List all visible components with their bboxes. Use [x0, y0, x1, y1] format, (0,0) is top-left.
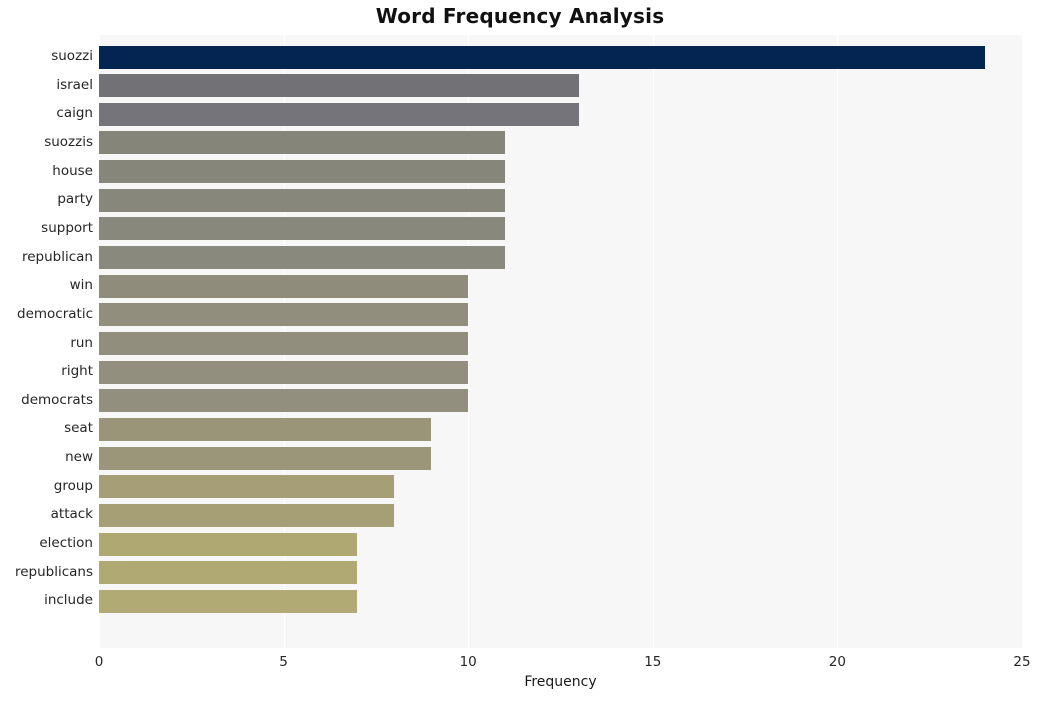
bar-democratic[interactable]: [99, 303, 469, 327]
y-tick-label-seat: seat: [64, 420, 93, 437]
bar-seat[interactable]: [99, 417, 432, 441]
y-tick-label-right: right: [61, 363, 93, 380]
bar-row: [99, 217, 1022, 241]
y-tick-label-suozzis: suozzis: [44, 133, 93, 150]
bar-attack[interactable]: [99, 503, 395, 527]
x-tick-label-0: 0: [94, 654, 104, 670]
bar-row: [99, 475, 1022, 499]
bar-include[interactable]: [99, 589, 358, 613]
bar-win[interactable]: [99, 274, 469, 298]
y-tick-label-attack: attack: [50, 506, 93, 523]
y-tick-label-democrats: democrats: [21, 391, 93, 408]
bar-support[interactable]: [99, 217, 506, 241]
bar-row: [99, 360, 1022, 384]
y-tick-label-new: new: [65, 449, 93, 466]
bar-run[interactable]: [99, 332, 469, 355]
x-tick-label-20: 20: [828, 654, 846, 670]
bar-row: [99, 274, 1022, 298]
bar-party[interactable]: [99, 188, 506, 212]
bar-election[interactable]: [99, 532, 358, 556]
bar-row: [99, 503, 1022, 527]
bar-new[interactable]: [99, 446, 432, 470]
x-tick-label-5: 5: [279, 654, 288, 670]
x-tick-label-25: 25: [1013, 654, 1031, 670]
y-tick-label-republican: republican: [21, 248, 93, 265]
x-tick-label-15: 15: [644, 654, 662, 670]
y-tick-label-democratic: democratic: [17, 305, 93, 322]
bar-suozzi[interactable]: [99, 45, 986, 69]
y-axis: suozzi israel caign suozzis house party suppor…: [0, 35, 93, 648]
bar-row: [99, 417, 1022, 441]
y-tick-label-suozzi: suozzi: [51, 48, 93, 64]
y-tick-label-run: run: [70, 334, 93, 351]
bar-group[interactable]: [99, 475, 395, 499]
bar-row: [99, 131, 1022, 155]
y-tick-label-group: group: [53, 477, 93, 494]
bar-row: [99, 589, 1022, 613]
bar-row: [99, 532, 1022, 556]
bar-republicans[interactable]: [99, 561, 358, 585]
bar-democrats[interactable]: [99, 389, 469, 413]
x-tick-label-10: 10: [459, 654, 477, 670]
y-tick-label-include: include: [44, 592, 93, 609]
bar-caign[interactable]: [99, 102, 579, 126]
y-tick-label-republicans: republicans: [14, 563, 93, 580]
chart-title: Word Frequency Analysis: [375, 4, 665, 28]
bar-row: [99, 74, 1022, 98]
bar-row: [99, 102, 1022, 126]
bar-israel[interactable]: [99, 74, 579, 98]
bar-suozzis[interactable]: [99, 131, 506, 155]
bar-row: [99, 561, 1022, 585]
bar-row: [99, 303, 1022, 327]
bar-house[interactable]: [99, 160, 506, 184]
x-axis-label: Frequency: [524, 674, 597, 690]
y-tick-label-election: election: [39, 535, 93, 552]
bar-row: [99, 160, 1022, 184]
bar-right[interactable]: [99, 360, 469, 384]
y-tick-label-caign: caign: [56, 105, 93, 122]
y-tick-label-win: win: [69, 277, 93, 294]
plot-area: [99, 35, 1022, 648]
y-tick-label-party: party: [57, 191, 93, 208]
word-frequency-chart: Word Frequency Analysis suozzi israel caig…: [0, 0, 1040, 701]
bar-row: [99, 389, 1022, 413]
bar-row: [99, 246, 1022, 270]
bar-row: [99, 446, 1022, 470]
bar-row: [99, 45, 1022, 69]
bar-row: [99, 188, 1022, 212]
y-tick-label-israel: israel: [56, 76, 93, 93]
bar-republican[interactable]: [99, 246, 506, 270]
y-tick-label-house: house: [52, 162, 93, 179]
y-tick-label-support: support: [41, 219, 93, 236]
bar-row: [99, 332, 1022, 355]
